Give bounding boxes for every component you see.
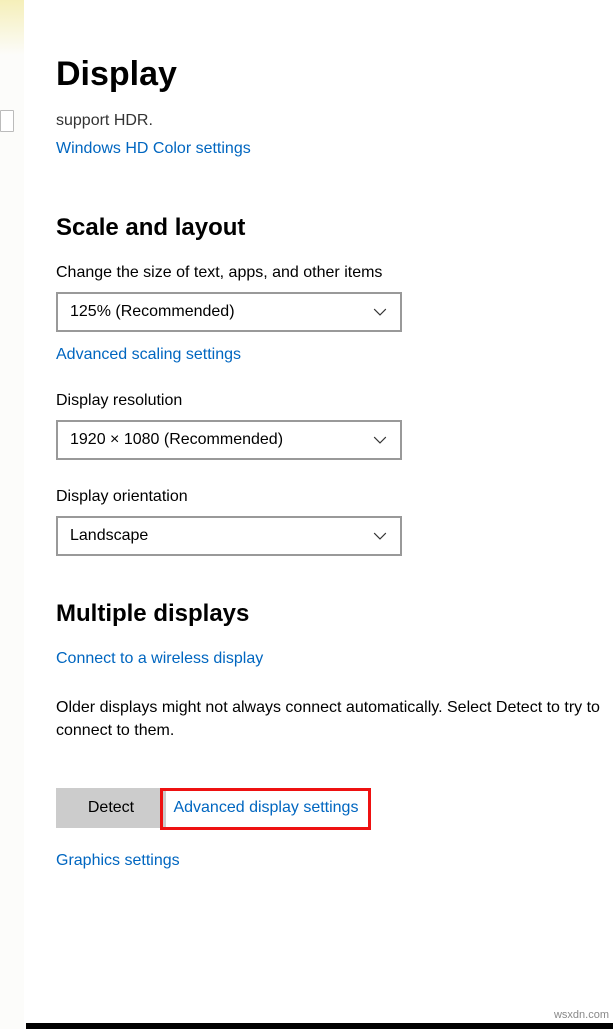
chevron-down-icon xyxy=(372,432,388,448)
resolution-value: 1920 × 1080 (Recommended) xyxy=(70,431,283,449)
text-size-dropdown[interactable]: 125% (Recommended) xyxy=(56,292,402,332)
resolution-label: Display resolution xyxy=(56,392,613,410)
detect-description: Older displays might not always connect … xyxy=(56,696,612,742)
chevron-down-icon xyxy=(372,304,388,320)
text-size-label: Change the size of text, apps, and other… xyxy=(56,264,613,282)
text-size-value: 125% (Recommended) xyxy=(70,303,235,321)
sidebar-card-fragment xyxy=(0,110,14,132)
hd-color-settings-link[interactable]: Windows HD Color settings xyxy=(56,140,251,158)
multiple-displays-heading: Multiple displays xyxy=(56,600,613,628)
orientation-dropdown[interactable]: Landscape xyxy=(56,516,402,556)
settings-content: Display support HDR. Windows HD Color se… xyxy=(56,55,613,870)
detect-button[interactable]: Detect xyxy=(56,788,166,828)
scale-layout-heading: Scale and layout xyxy=(56,214,613,242)
advanced-display-highlight: Advanced display settings xyxy=(160,788,371,830)
hdr-description: support HDR. xyxy=(56,112,613,130)
advanced-display-settings-link[interactable]: Advanced display settings xyxy=(173,799,358,817)
orientation-value: Landscape xyxy=(70,527,148,545)
connect-wireless-display-link[interactable]: Connect to a wireless display xyxy=(56,650,263,668)
sidebar-gradient xyxy=(0,0,24,55)
bottom-bar xyxy=(26,1023,613,1029)
page-title: Display xyxy=(56,55,613,94)
watermark-text: wsxdn.com xyxy=(554,1009,609,1021)
advanced-scaling-link[interactable]: Advanced scaling settings xyxy=(56,346,241,364)
graphics-settings-link[interactable]: Graphics settings xyxy=(56,852,180,870)
chevron-down-icon xyxy=(372,528,388,544)
orientation-label: Display orientation xyxy=(56,488,613,506)
resolution-dropdown[interactable]: 1920 × 1080 (Recommended) xyxy=(56,420,402,460)
left-sidebar-strip xyxy=(0,0,24,1029)
